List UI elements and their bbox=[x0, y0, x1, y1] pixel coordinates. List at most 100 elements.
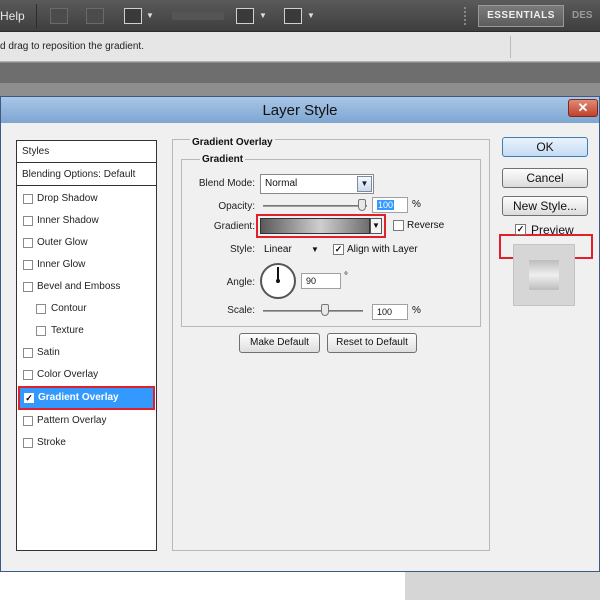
options-divider bbox=[510, 36, 511, 58]
style-item-satin[interactable]: Satin bbox=[17, 342, 156, 364]
layer-style-dialog: Layer Style ✕ Styles Blending Options: D… bbox=[0, 96, 600, 572]
contour-checkbox[interactable] bbox=[36, 304, 46, 314]
preview-label: Preview bbox=[531, 223, 574, 237]
scale-value: 100 bbox=[377, 307, 393, 317]
style-item-label: Inner Shadow bbox=[37, 215, 99, 226]
outer-glow-checkbox[interactable] bbox=[23, 238, 33, 248]
make-default-button[interactable]: Make Default bbox=[239, 333, 320, 353]
opacity-value: 100 bbox=[377, 200, 395, 210]
gradient-overlay-checkbox[interactable]: ✓ bbox=[24, 393, 34, 403]
options-hint: d drag to reposition the gradient. bbox=[0, 41, 144, 52]
angle-dial-center bbox=[276, 279, 280, 283]
style-item-label: Satin bbox=[37, 347, 60, 358]
view-extras-icon[interactable] bbox=[124, 8, 142, 24]
dialog-titlebar[interactable]: Layer Style ✕ bbox=[1, 97, 599, 123]
arrange-chevron-icon[interactable]: ▼ bbox=[259, 11, 267, 20]
scale-label: Scale: bbox=[227, 305, 255, 316]
document-tab-strip bbox=[0, 63, 600, 83]
view-extras-chevron-icon[interactable]: ▼ bbox=[146, 11, 154, 20]
texture-checkbox[interactable] bbox=[36, 326, 46, 336]
style-chevron-icon[interactable]: ▼ bbox=[311, 241, 319, 259]
bridge-icon[interactable] bbox=[50, 8, 68, 24]
panel-area bbox=[405, 572, 600, 600]
blend-mode-chevron-icon[interactable]: ▼ bbox=[357, 176, 372, 192]
inner-shadow-checkbox[interactable] bbox=[23, 216, 33, 226]
mini-bridge-icon[interactable] bbox=[86, 8, 104, 24]
style-item-contour[interactable]: Contour bbox=[17, 298, 156, 320]
gradient-preview-swatch[interactable] bbox=[260, 218, 370, 234]
section-title: Gradient Overlay bbox=[190, 137, 275, 148]
preview-checkbox[interactable]: ✓ bbox=[515, 224, 526, 235]
bevel-emboss-checkbox[interactable] bbox=[23, 282, 33, 292]
close-icon[interactable]: ✕ bbox=[568, 99, 598, 117]
reverse-checkbox[interactable] bbox=[393, 220, 404, 231]
angle-value: 90 bbox=[306, 276, 317, 286]
document-canvas bbox=[0, 572, 405, 600]
menubar-divider bbox=[36, 4, 37, 28]
opacity-input[interactable]: 100 bbox=[372, 197, 408, 213]
stroke-checkbox[interactable] bbox=[23, 438, 33, 448]
gradient-picker-chevron-icon[interactable]: ▼ bbox=[370, 218, 382, 234]
style-item-label: Stroke bbox=[37, 437, 66, 448]
scale-slider-thumb[interactable] bbox=[321, 304, 329, 316]
opacity-slider-track[interactable] bbox=[263, 205, 367, 207]
ok-button[interactable]: OK bbox=[502, 137, 588, 157]
drop-shadow-checkbox[interactable] bbox=[23, 194, 33, 204]
zoom-level-icon[interactable] bbox=[172, 12, 224, 20]
style-item-label: Inner Glow bbox=[37, 259, 86, 270]
options-bar: d drag to reposition the gradient. bbox=[0, 32, 600, 62]
opacity-unit: % bbox=[412, 199, 421, 210]
blend-mode-label: Blend Mode: bbox=[198, 178, 255, 189]
scale-input[interactable]: 100 bbox=[372, 304, 408, 320]
angle-input[interactable]: 90 bbox=[301, 273, 341, 289]
satin-checkbox[interactable] bbox=[23, 348, 33, 358]
style-item-texture[interactable]: Texture bbox=[17, 320, 156, 342]
style-item-label: Color Overlay bbox=[37, 369, 99, 380]
style-item-bevel-emboss[interactable]: Bevel and Emboss bbox=[17, 276, 156, 298]
workspace-essentials-button[interactable]: ESSENTIALS bbox=[478, 5, 564, 27]
arrange-documents-icon[interactable] bbox=[236, 8, 254, 24]
blending-options-item[interactable]: Blending Options: Default bbox=[17, 164, 156, 186]
new-style-button[interactable]: New Style... bbox=[502, 196, 588, 216]
style-item-label: Bevel and Emboss bbox=[37, 281, 121, 292]
reset-to-default-button[interactable]: Reset to Default bbox=[327, 333, 417, 353]
pattern-overlay-checkbox[interactable] bbox=[23, 416, 33, 426]
style-item-label: Gradient Overlay bbox=[38, 392, 119, 403]
angle-label: Angle: bbox=[226, 277, 255, 288]
style-item-inner-shadow[interactable]: Inner Shadow bbox=[17, 210, 156, 232]
align-with-layer-checkbox[interactable]: ✓ bbox=[333, 244, 344, 255]
color-overlay-checkbox[interactable] bbox=[23, 370, 33, 380]
blend-mode-value: Normal bbox=[265, 178, 298, 189]
opacity-slider-thumb[interactable] bbox=[358, 199, 366, 211]
workspace-design-button[interactable]: DES bbox=[572, 10, 593, 21]
style-item-color-overlay[interactable]: Color Overlay bbox=[17, 364, 156, 386]
style-item-pattern-overlay[interactable]: Pattern Overlay bbox=[17, 410, 156, 432]
style-item-stroke[interactable]: Stroke bbox=[17, 432, 156, 454]
scale-slider-track[interactable] bbox=[263, 310, 363, 312]
style-item-label: Pattern Overlay bbox=[37, 415, 107, 426]
preview-thumbnail bbox=[513, 244, 575, 306]
style-select[interactable]: Linear ▼ bbox=[260, 241, 322, 259]
screen-mode-chevron-icon[interactable]: ▼ bbox=[307, 11, 315, 20]
angle-dial[interactable] bbox=[260, 263, 296, 299]
style-item-gradient-overlay[interactable]: ✓ Gradient Overlay bbox=[18, 386, 155, 410]
style-value: Linear bbox=[264, 244, 292, 255]
style-item-inner-glow[interactable]: Inner Glow bbox=[17, 254, 156, 276]
style-item-outer-glow[interactable]: Outer Glow bbox=[17, 232, 156, 254]
styles-header-label: Styles bbox=[22, 146, 50, 157]
group-title: Gradient bbox=[200, 154, 246, 165]
scale-unit: % bbox=[412, 305, 421, 316]
dialog-title: Layer Style bbox=[262, 102, 338, 119]
style-item-label: Contour bbox=[51, 303, 87, 314]
style-item-label: Texture bbox=[51, 325, 84, 336]
cancel-button[interactable]: Cancel bbox=[502, 168, 588, 188]
styles-list: Styles Blending Options: Default Drop Sh… bbox=[16, 140, 157, 551]
inner-glow-checkbox[interactable] bbox=[23, 260, 33, 270]
menu-help[interactable]: Help bbox=[0, 9, 25, 23]
reverse-label: Reverse bbox=[407, 220, 445, 231]
screen-mode-icon[interactable] bbox=[284, 8, 302, 24]
styles-header[interactable]: Styles bbox=[17, 141, 156, 163]
opacity-label: Opacity: bbox=[218, 201, 255, 212]
style-item-drop-shadow[interactable]: Drop Shadow bbox=[17, 188, 156, 210]
preview-swatch bbox=[529, 260, 559, 290]
